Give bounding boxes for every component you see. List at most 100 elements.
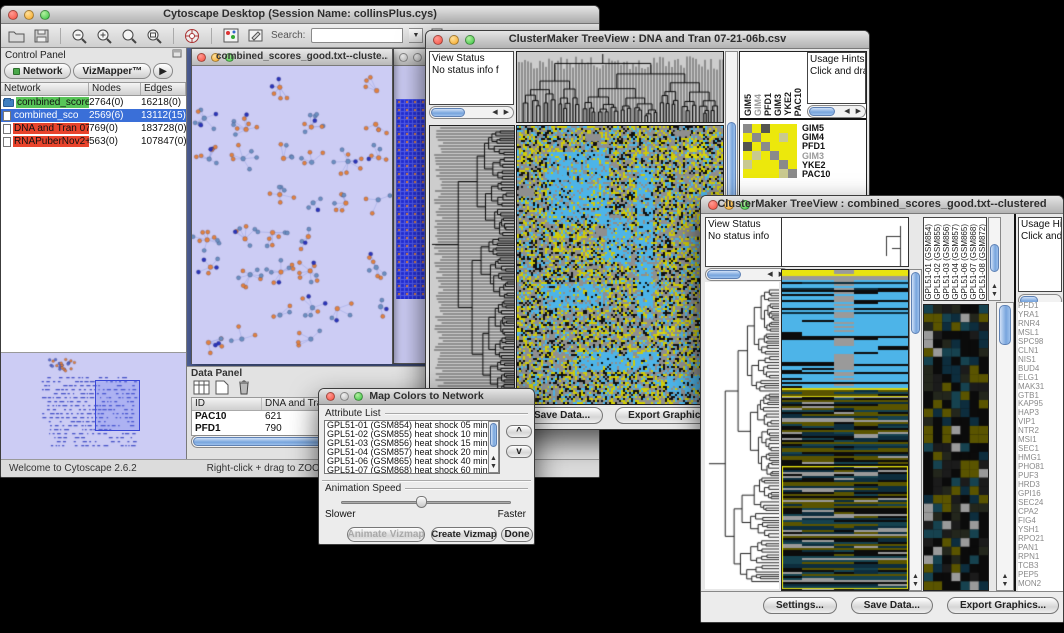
matrix-cell[interactable] (788, 133, 797, 142)
dense-network-canvas[interactable] (396, 99, 427, 299)
matrix-cell[interactable] (743, 133, 752, 142)
matrix-cell[interactable] (770, 124, 779, 133)
tv2-action-button[interactable]: Export Graphics... (947, 597, 1059, 614)
tab-vizmapper[interactable]: VizMapper™ (73, 63, 151, 79)
network-table-header[interactable]: Network Nodes Edges (1, 83, 186, 96)
vscroll-arrows[interactable]: ▲▼ (997, 573, 1013, 589)
move-down-button[interactable]: v (506, 445, 532, 458)
matrix-cell[interactable] (770, 160, 779, 169)
zoom-selected-icon[interactable] (120, 27, 139, 45)
matrix-cell[interactable] (761, 124, 770, 133)
row-label[interactable]: PAC10 (802, 170, 866, 179)
column-label[interactable]: YKE2 (784, 92, 793, 116)
matrix-cell[interactable] (743, 160, 752, 169)
vscroll-arrows[interactable]: ▲▼ (910, 573, 921, 589)
matrix-cell[interactable] (752, 124, 761, 133)
network-canvas[interactable] (192, 66, 392, 364)
matrix-cell[interactable] (743, 169, 752, 178)
matrix-cell[interactable] (770, 169, 779, 178)
network-table-row[interactable]: RNAPuberNov2+ 563(0) 107847(0) (1, 135, 186, 148)
network-frame-titlebar[interactable]: combined_scores_good.txt--cluste... (192, 49, 392, 66)
tv2-zoom-heatmap[interactable] (923, 304, 989, 591)
column-label[interactable]: GIM3 (774, 94, 783, 116)
tv1-status-hscrollbar[interactable]: ◀ ▶ (429, 106, 514, 119)
search-dropdown-arrow[interactable]: ▼ (409, 28, 423, 43)
matrix-cell[interactable] (770, 151, 779, 160)
tab-overflow-arrow[interactable]: ▶ (153, 63, 173, 79)
frame2-close[interactable] (399, 53, 408, 62)
matrix-cell[interactable] (779, 160, 788, 169)
speed-slider-thumb[interactable] (416, 496, 427, 508)
vscroll-thumb[interactable] (911, 272, 920, 334)
help-lifering-icon[interactable] (183, 27, 202, 45)
create-vizmap-button[interactable]: Create Vizmap (431, 527, 497, 542)
tv1-column-dendrogram[interactable] (516, 51, 724, 123)
frame2-minimize[interactable] (413, 53, 422, 62)
matrix-cell[interactable] (752, 160, 761, 169)
hscroll-thumb[interactable] (707, 270, 741, 279)
matrix-cell[interactable] (761, 160, 770, 169)
tv1-heatmap[interactable] (516, 125, 724, 405)
col-nodes[interactable]: Nodes (89, 83, 141, 95)
dialog-titlebar[interactable]: Map Colors to Network (319, 389, 534, 405)
matrix-cell[interactable] (761, 151, 770, 160)
matrix-cell[interactable] (743, 124, 752, 133)
col-id[interactable]: ID (192, 398, 262, 410)
tv2-collabel-vscrollbar[interactable]: ▲▼ (988, 217, 1001, 301)
frame-close[interactable] (197, 53, 206, 62)
matrix-cell[interactable] (761, 133, 770, 142)
matrix-cell[interactable] (788, 160, 797, 169)
hscroll-thumb[interactable] (431, 108, 465, 117)
zoom-fit-icon[interactable] (145, 27, 164, 45)
matrix-cell[interactable] (779, 169, 788, 178)
column-label[interactable]: PFD1 (764, 93, 773, 116)
tv2-heatmap-vscrollbar[interactable]: ▲▼ (909, 269, 922, 591)
col-edges[interactable]: Edges (141, 83, 186, 95)
vizmap-icon[interactable] (221, 27, 240, 45)
column-label[interactable]: PAC10 (794, 88, 803, 116)
tv1-usage-hscrollbar[interactable]: ◀ ▶ (807, 105, 866, 118)
zoom-in-icon[interactable] (95, 27, 114, 45)
matrix-cell[interactable] (752, 142, 761, 151)
vscroll-thumb[interactable] (999, 305, 1011, 345)
network-overview-panel[interactable] (1, 352, 186, 459)
hscroll-thumb[interactable] (809, 107, 835, 116)
attribute-item[interactable]: GPL51-07 (GSM868) heat shock 60 min (327, 466, 499, 474)
column-label[interactable]: GPL51-04 (GSM857) (951, 224, 960, 300)
column-label[interactable]: GPL51-08 (GSM872) (978, 224, 987, 300)
tv2-gene-vscrollbar[interactable]: ▲▼ (996, 302, 1014, 591)
tab-network[interactable]: Network (4, 63, 71, 79)
matrix-cell[interactable] (788, 142, 797, 151)
matrix-cell[interactable] (761, 169, 770, 178)
column-label[interactable]: GIM4 (754, 94, 763, 116)
tv2-column-dendrogram[interactable] (781, 217, 909, 267)
float-panel-icon[interactable] (172, 49, 182, 61)
done-button[interactable]: Done (501, 527, 533, 542)
matrix-cell[interactable] (779, 133, 788, 142)
tv2-heatmap[interactable] (781, 269, 909, 591)
tv2-status-hscrollbar[interactable]: ◀ ▶ (705, 268, 789, 281)
overview-viewport-rect[interactable] (95, 380, 140, 431)
matrix-cell[interactable] (743, 142, 752, 151)
vscroll-thumb[interactable] (990, 244, 999, 272)
overview-canvas[interactable] (1, 353, 183, 458)
tv2-action-button[interactable]: Settings... (763, 597, 837, 614)
hscroll-arrows[interactable]: ◀ ▶ (492, 108, 511, 116)
attribute-listbox[interactable]: GPL51-01 (GSM854) heat shock 05 minGPL51… (324, 420, 500, 474)
matrix-cell[interactable] (779, 151, 788, 160)
vscroll-arrows[interactable]: ▲▼ (989, 283, 1000, 299)
matrix-cell[interactable] (752, 151, 761, 160)
search-input[interactable] (311, 28, 403, 43)
hscroll-arrows[interactable]: ◀ ▶ (844, 107, 863, 115)
matrix-cell[interactable] (788, 124, 797, 133)
zoom-out-icon[interactable] (70, 27, 89, 45)
matrix-cell[interactable] (788, 169, 797, 178)
tv2-action-button[interactable]: Save Data... (851, 597, 933, 614)
tv2-row-dendrogram[interactable] (705, 282, 779, 589)
move-up-button[interactable]: ^ (506, 425, 532, 438)
matrix-cell[interactable] (743, 151, 752, 160)
save-icon[interactable] (32, 27, 51, 45)
matrix-cell[interactable] (779, 124, 788, 133)
matrix-cell[interactable] (770, 133, 779, 142)
column-label[interactable]: GPL51-07 (GSM868) (969, 224, 978, 300)
